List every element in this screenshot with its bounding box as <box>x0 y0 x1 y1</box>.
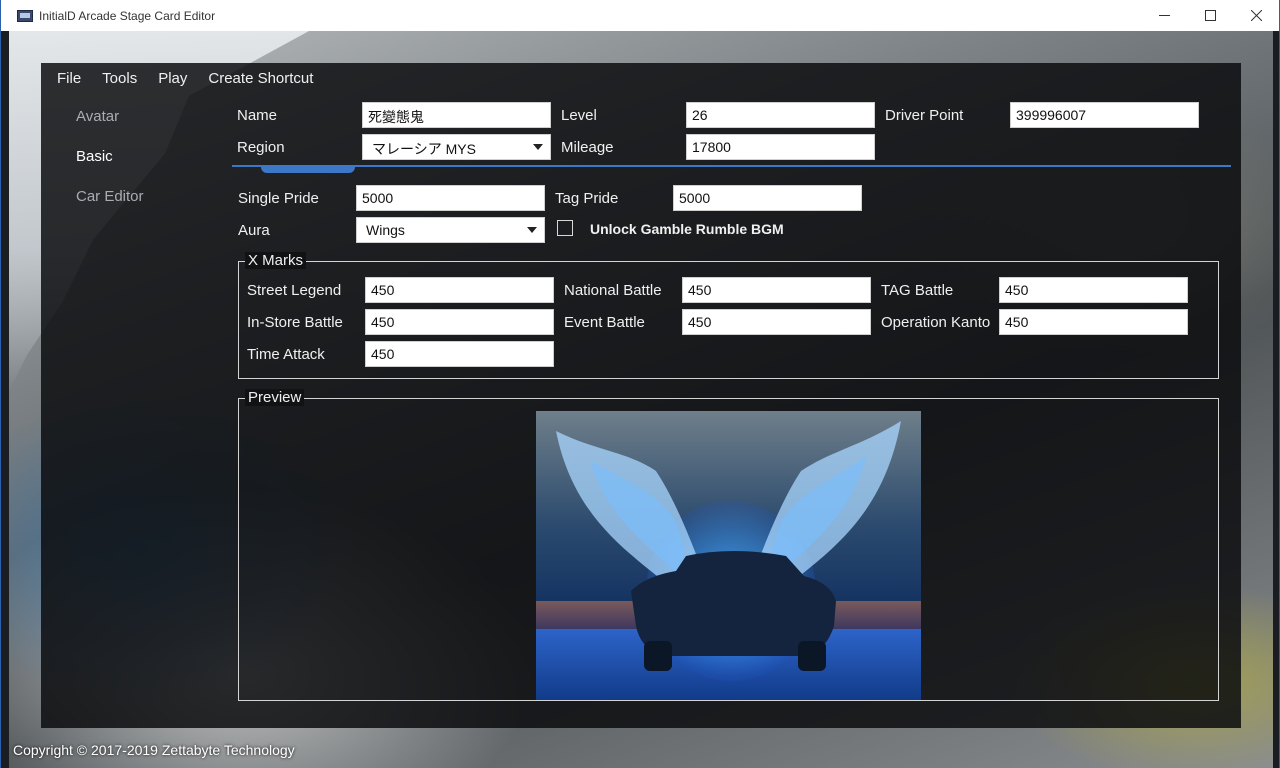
aura-select[interactable]: Wings <box>356 217 545 243</box>
region-selected-value: マレーシア MYS <box>372 141 476 157</box>
aura-label: Aura <box>238 222 270 239</box>
single-pride-label: Single Pride <box>238 190 319 207</box>
nav-car-editor[interactable]: Car Editor <box>76 186 144 226</box>
event-battle-input[interactable]: 450 <box>682 309 871 335</box>
street-legend-input[interactable]: 450 <box>365 277 554 303</box>
driver-point-label: Driver Point <box>885 107 964 124</box>
mileage-label: Mileage <box>561 139 614 156</box>
tag-battle-input[interactable]: 450 <box>999 277 1188 303</box>
in-store-battle-input[interactable]: 450 <box>365 309 554 335</box>
national-battle-input[interactable]: 450 <box>682 277 871 303</box>
operation-kanto-input[interactable]: 450 <box>999 309 1188 335</box>
window-title: InitialD Arcade Stage Card Editor <box>39 8 216 23</box>
menu-file[interactable]: File <box>57 68 81 89</box>
minimize-icon <box>1158 15 1170 16</box>
side-nav: Avatar Basic Car Editor <box>76 106 144 226</box>
maximize-icon <box>1204 10 1216 21</box>
time-attack-label: Time Attack <box>247 346 325 363</box>
unlock-bgm-label[interactable]: Unlock Gamble Rumble BGM <box>590 221 784 237</box>
preview-title: Preview <box>245 389 305 406</box>
app-window: InitialD Arcade Stage Card Editor File T… <box>0 0 1280 768</box>
operation-kanto-label: Operation Kanto <box>881 314 991 331</box>
chevron-down-icon <box>533 144 543 150</box>
street-legend-label: Street Legend <box>247 282 342 299</box>
close-icon <box>1250 10 1262 21</box>
mileage-input[interactable]: 17800 <box>686 134 875 160</box>
app-icon <box>17 9 33 22</box>
level-input[interactable]: 26 <box>686 102 875 128</box>
time-attack-input[interactable]: 450 <box>365 341 554 367</box>
tag-battle-label: TAG Battle <box>881 282 954 299</box>
menu-create-shortcut[interactable]: Create Shortcut <box>208 68 313 89</box>
menu-tools[interactable]: Tools <box>102 68 137 89</box>
region-label: Region <box>237 139 285 156</box>
nav-avatar[interactable]: Avatar <box>76 106 144 146</box>
wings-car-illustration <box>556 421 901 671</box>
tag-pride-input[interactable]: 5000 <box>673 185 862 211</box>
x-marks-title: X Marks <box>245 252 307 269</box>
maximize-button[interactable] <box>1187 0 1233 31</box>
in-store-battle-label: In-Store Battle <box>247 314 343 331</box>
single-pride-input[interactable]: 5000 <box>356 185 545 211</box>
name-input[interactable]: 死變態鬼 <box>362 102 551 128</box>
region-select[interactable]: マレーシア MYS <box>362 134 551 160</box>
copyright-text: Copyright © 2017-2019 Zettabyte Technolo… <box>13 742 295 758</box>
tab-indicator <box>261 166 355 173</box>
chevron-down-icon <box>527 227 537 233</box>
driver-point-input[interactable]: 399996007 <box>1010 102 1199 128</box>
menu-bar: File Tools Play Create Shortcut <box>57 68 334 89</box>
menu-play[interactable]: Play <box>158 68 187 89</box>
title-bar: InitialD Arcade Stage Card Editor <box>1 0 1279 31</box>
national-battle-label: National Battle <box>564 282 662 299</box>
name-label: Name <box>237 107 278 124</box>
unlock-bgm-checkbox[interactable] <box>557 220 573 236</box>
tab-divider <box>232 165 1231 167</box>
event-battle-label: Event Battle <box>564 314 645 331</box>
aura-preview-image <box>536 411 921 700</box>
level-label: Level <box>561 107 597 124</box>
minimize-button[interactable] <box>1141 0 1187 31</box>
nav-basic[interactable]: Basic <box>76 146 144 186</box>
tag-pride-label: Tag Pride <box>555 190 619 207</box>
aura-selected-value: Wings <box>366 222 405 238</box>
close-button[interactable] <box>1233 0 1279 31</box>
